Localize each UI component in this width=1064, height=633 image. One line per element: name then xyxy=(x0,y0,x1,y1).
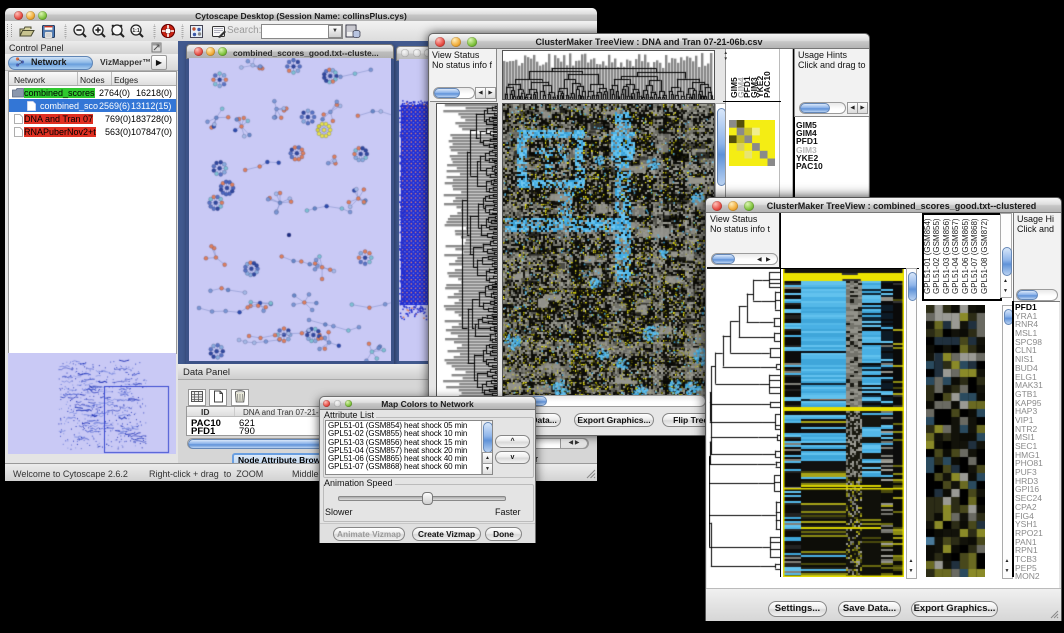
svg-text:1:1: 1:1 xyxy=(132,28,139,34)
